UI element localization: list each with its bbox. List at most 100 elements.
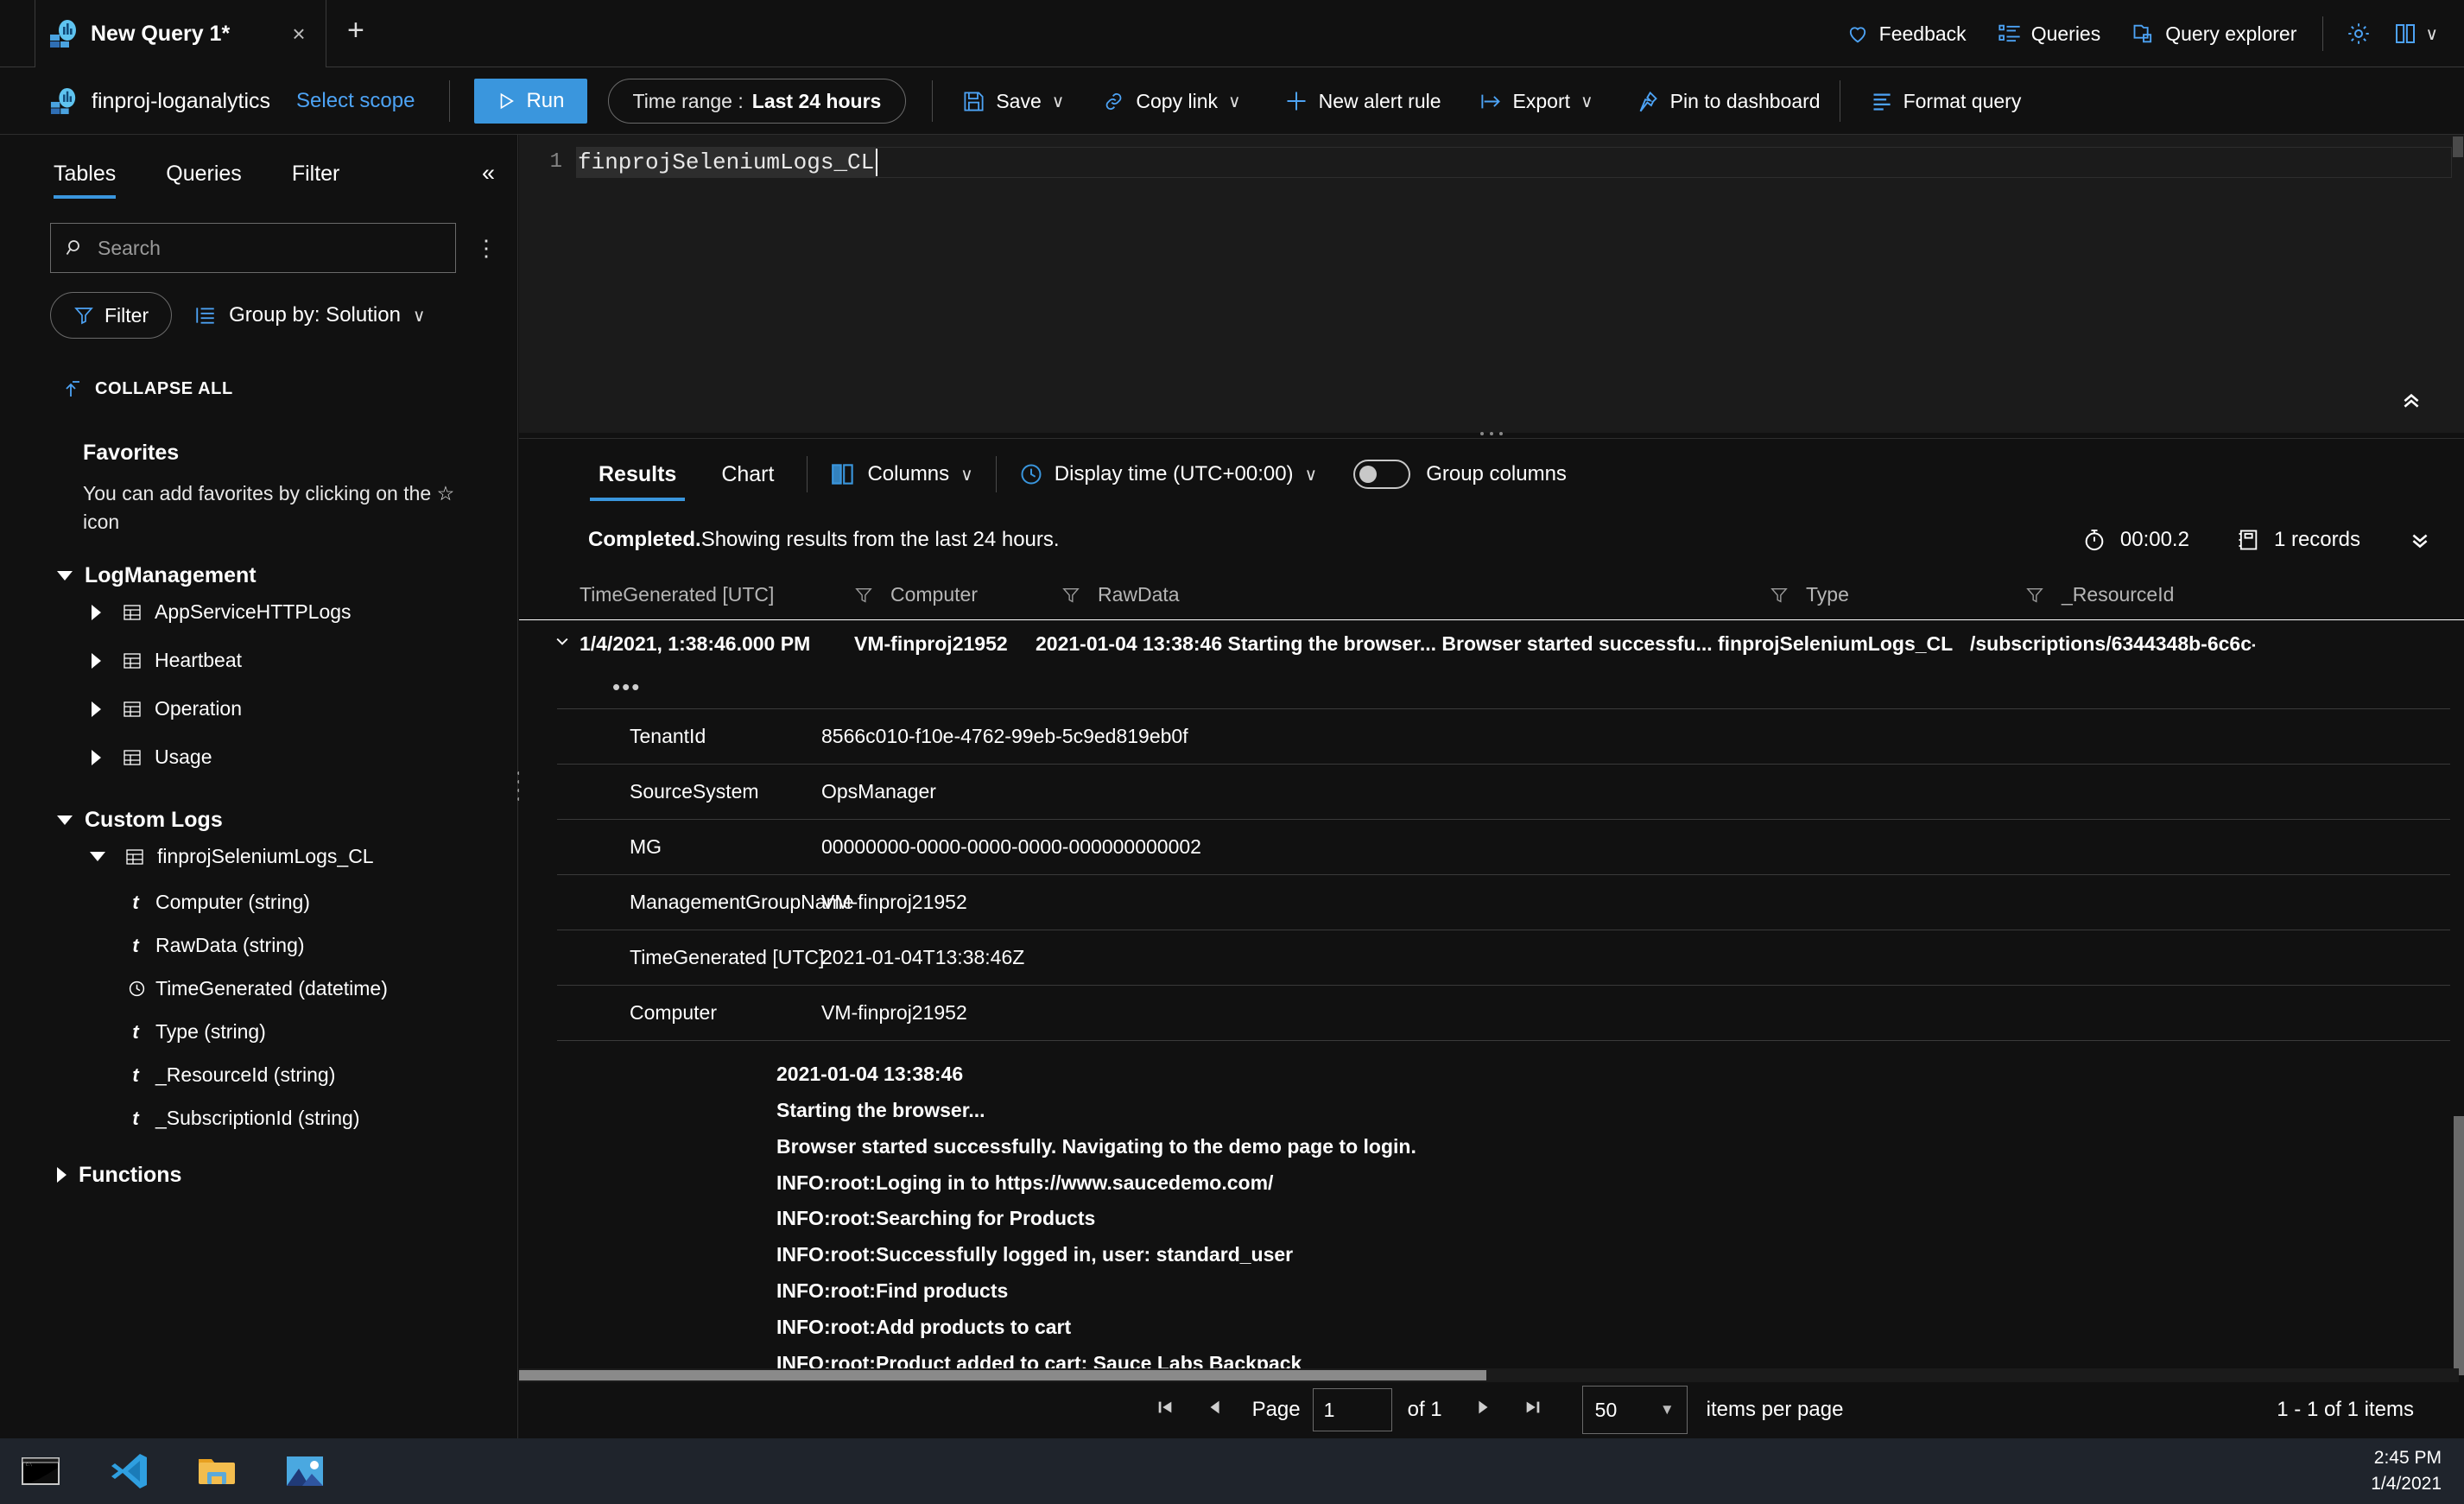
query-text[interactable]: finprojSeleniumLogs_CL [576,147,878,178]
column-header-resourceid[interactable]: _ResourceId [2025,583,2284,606]
chevron-down-icon[interactable]: ∨ [1228,91,1241,112]
tree-column-rawdata[interactable]: t RawData (string) [0,924,517,968]
tree-group-logmanagement[interactable]: LogManagement [0,563,517,588]
tab-filter[interactable]: Filter [292,162,340,199]
filter-icon[interactable] [1061,586,1080,605]
editor-scrollbar-thumb[interactable] [2453,136,2463,157]
string-type-icon: t [132,1063,139,1086]
chevron-down-icon[interactable]: ∨ [2425,23,2438,45]
column-header-type[interactable]: Type [1770,583,2025,606]
columns-button[interactable]: Columns ∨ [830,462,973,486]
search-box[interactable] [50,223,456,273]
save-button[interactable]: Save ∨ [948,77,1078,125]
new-tab-button[interactable]: + [347,16,364,45]
last-page-button[interactable] [1508,1398,1558,1422]
gear-icon [2346,21,2372,47]
query-tab[interactable]: New Query 1* × [35,0,326,67]
column-header-rawdata[interactable]: RawData [1061,583,1770,606]
tree-group-custom-logs[interactable]: Custom Logs [0,808,517,833]
tab-results[interactable]: Results [588,439,687,510]
copy-link-button[interactable]: Copy link ∨ [1088,77,1254,125]
chevron-down-icon: ▼ [1659,1401,1675,1418]
select-scope-link[interactable]: Select scope [296,89,415,113]
export-button[interactable]: Export ∨ [1466,77,1607,125]
link-icon [1102,90,1125,113]
settings-button[interactable] [2334,12,2384,55]
query-editor[interactable]: 1 finprojSeleniumLogs_CL [519,135,2464,433]
tree-column-subscriptionid[interactable]: t _SubscriptionId (string) [0,1097,517,1140]
tab-chart[interactable]: Chart [711,439,784,510]
log-analytics-icon [49,19,79,48]
tab-tables[interactable]: Tables [54,162,117,199]
chevron-down-icon[interactable]: ∨ [413,305,426,327]
tree-column-timegenerated[interactable]: TimeGenerated (datetime) [0,968,517,1011]
collapse-all-button[interactable]: COLLAPSE ALL [0,339,517,399]
feedback-button[interactable]: Feedback [1830,12,1982,55]
collapse-editor-icon[interactable] [2398,389,2424,417]
terminal-icon[interactable]: C:\ [19,1450,62,1493]
help-docs-button[interactable]: ∨ [2384,12,2447,55]
collapse-panel-icon[interactable]: « [482,160,495,187]
pin-to-dashboard-button[interactable]: Pin to dashboard [1623,77,1834,125]
previous-page-button[interactable] [1190,1398,1240,1422]
time-range-picker[interactable]: Time range : Last 24 hours [607,79,907,124]
table-scrollbar-thumb-vertical[interactable] [2454,1116,2464,1375]
table-scrollbar-thumb-horizontal[interactable] [519,1370,1486,1380]
filter-icon[interactable] [2025,586,2044,605]
tree-column-resourceid[interactable]: t _ResourceId (string) [0,1054,517,1097]
format-query-button[interactable]: Format query [1856,77,2036,125]
table-icon [122,699,143,720]
detail-row: TimeGenerated [UTC] 2021-01-04T13:38:46Z [557,930,2464,985]
copy-link-label: Copy link [1136,89,1218,112]
editor-scrollbar-vertical[interactable] [2452,135,2464,433]
taskbar-clock[interactable]: 2:45 PM 1/4/2021 [2371,1445,2442,1498]
run-button[interactable]: Run [474,79,587,124]
group-columns-toggle[interactable] [1353,460,1411,489]
row-actions-icon[interactable]: ••• [519,667,2464,708]
chevron-down-icon[interactable]: ∨ [1580,91,1593,112]
tree-column-type[interactable]: t Type (string) [0,1011,517,1054]
cell-computer: VM-finproj21952 [854,631,1008,655]
photos-icon[interactable] [283,1450,326,1493]
tree-table-heartbeat[interactable]: Heartbeat [0,637,517,685]
tree-table-usage[interactable]: Usage [0,733,517,782]
filter-icon[interactable] [1770,586,1789,605]
new-alert-rule-button[interactable]: New alert rule [1270,77,1455,125]
page-number-input[interactable] [1312,1388,1392,1431]
chevron-down-icon[interactable]: ∨ [1052,91,1065,112]
command-divider-2 [932,80,934,122]
detail-row: MG 00000000-0000-0000-0000-000000000002 [557,819,2464,874]
page-size-select[interactable]: 50 ▼ [1581,1386,1688,1434]
table-row[interactable]: 1/4/2021, 1:38:46.000 PM VM-finproj21952… [519,620,2464,667]
column-header-computer[interactable]: Computer [854,583,1061,606]
queries-button[interactable]: Queries [1982,12,2117,55]
tree-group-functions[interactable]: Functions [0,1163,517,1188]
display-time-button[interactable]: Display time (UTC+00:00) ∨ [1019,462,1317,486]
tree-column-computer[interactable]: t Computer (string) [0,881,517,924]
tree-table-appservicehttplogs[interactable]: AppServiceHTTPLogs [0,588,517,637]
tree-table-finprojseleniumlogs-cl[interactable]: finprojSeleniumLogs_CL [0,833,517,881]
vscode-icon[interactable] [107,1450,150,1493]
table-scrollbar-vertical[interactable] [2450,701,2464,1382]
query-editor-surface[interactable]: 1 finprojSeleniumLogs_CL [519,135,2464,433]
chevron-down-icon[interactable]: ∨ [1305,464,1318,485]
first-page-button[interactable] [1140,1398,1190,1422]
filter-icon[interactable] [854,586,873,605]
close-icon[interactable]: × [286,22,312,45]
expand-row-icon[interactable] [545,632,580,655]
detail-row: Computer VM-finproj21952 [557,985,2464,1040]
column-header-timegenerated[interactable]: TimeGenerated [UTC] [580,583,854,606]
expand-results-icon[interactable] [2407,529,2433,551]
tab-queries[interactable]: Queries [166,162,242,199]
query-explorer-button[interactable]: Query explorer [2116,12,2312,55]
group-by-dropdown[interactable]: Group by: Solution ∨ [194,303,426,327]
funnel-icon [73,305,94,326]
more-options-icon[interactable]: ⋮ [475,237,497,259]
filter-button[interactable]: Filter [50,292,173,339]
search-input[interactable] [98,236,441,260]
table-scrollbar-horizontal[interactable] [519,1368,2459,1382]
chevron-down-icon[interactable]: ∨ [960,464,973,485]
tree-table-operation[interactable]: Operation [0,685,517,733]
file-explorer-icon[interactable] [195,1450,238,1493]
next-page-button[interactable] [1458,1398,1508,1422]
